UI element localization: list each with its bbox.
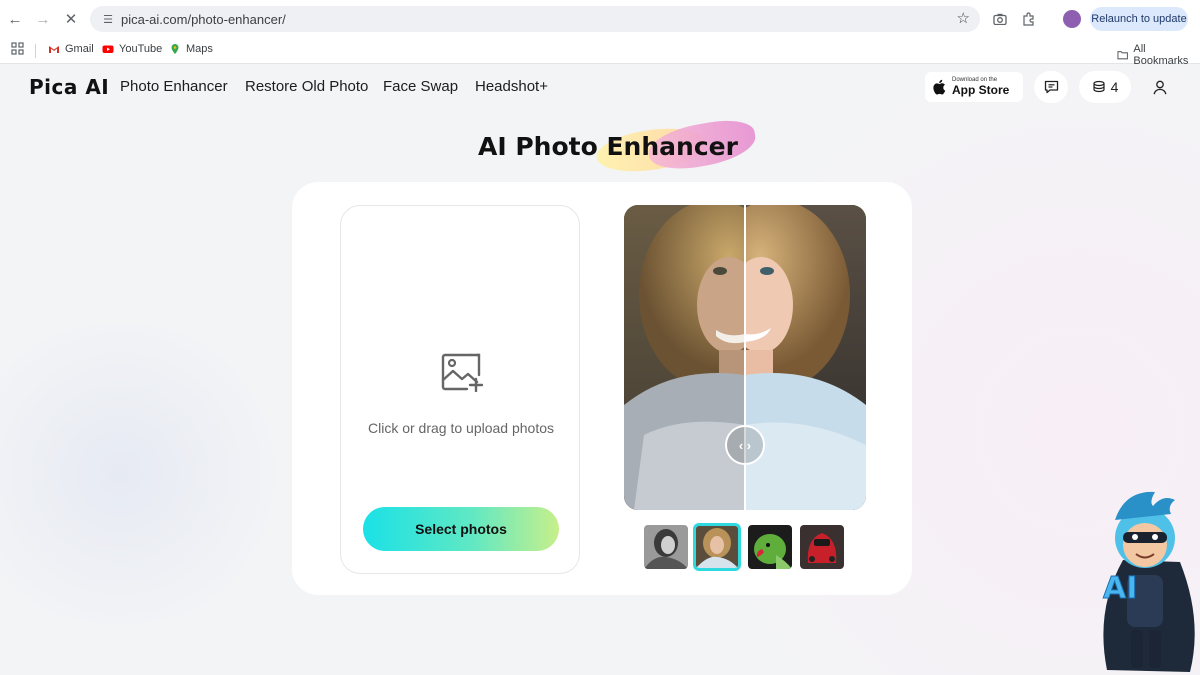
account-button[interactable] (1143, 71, 1177, 103)
youtube-icon (102, 45, 114, 53)
message-icon (1044, 80, 1058, 94)
feedback-button[interactable] (1034, 71, 1068, 103)
after-photo (745, 205, 866, 510)
bookmark-youtube[interactable]: YouTube (102, 43, 162, 55)
gmail-icon (49, 46, 59, 53)
app-store-label: App Store (952, 83, 1010, 97)
site-header: Pica AI Photo Enhancer Restore Old Photo… (0, 64, 1200, 110)
upload-hint: Click or drag to upload photos (368, 420, 554, 436)
sample-thumbnail-woman[interactable] (693, 523, 741, 571)
profile-avatar[interactable] (1063, 10, 1081, 28)
screenshot-icon[interactable] (991, 10, 1009, 28)
forward-icon[interactable]: → (33, 9, 53, 29)
apps-grid-icon[interactable] (11, 42, 24, 55)
apple-icon (933, 79, 946, 95)
pica-logo[interactable]: Pica AI (29, 75, 109, 99)
sample-thumbnail-parrot[interactable] (748, 525, 792, 569)
before-photo (624, 205, 745, 510)
coins-stack-icon (1092, 80, 1105, 93)
bookmarks-bar: Gmail YouTube Maps All Bookmarks (0, 38, 1200, 67)
nav-photo-enhancer[interactable]: Photo Enhancer (120, 78, 228, 95)
enhancer-card: Click or drag to upload photos Select ph… (292, 182, 912, 595)
credits-button[interactable]: 4 (1079, 71, 1131, 103)
back-icon[interactable]: ← (5, 9, 25, 29)
bookmark-separator (35, 44, 36, 58)
nav-headshot[interactable]: Headshot+ (475, 78, 548, 95)
bookmark-maps[interactable]: Maps (169, 43, 213, 55)
credits-count: 4 (1110, 79, 1119, 95)
nav-face-swap[interactable]: Face Swap (383, 78, 458, 95)
page-title: AI Photo Enhancer (478, 132, 738, 161)
select-photos-button[interactable]: Select photos (363, 507, 559, 551)
title-area: AI Photo Enhancer (478, 114, 768, 178)
sample-thumbnail-portrait-bw[interactable] (644, 525, 688, 569)
sample-thumbnail-red-car[interactable] (800, 525, 844, 569)
before-after-preview: ‹ › (624, 205, 866, 510)
bookmark-star-icon[interactable]: ☆ (957, 9, 970, 27)
bookmark-label: Gmail (65, 43, 94, 55)
nav-restore-old-photo[interactable]: Restore Old Photo (245, 78, 368, 95)
site-info-icon[interactable]: ☰ (100, 11, 116, 27)
add-image-icon (441, 353, 483, 392)
ai-superhero-mascot: AI (1103, 491, 1195, 672)
upload-dropzone[interactable]: Click or drag to upload photos Select ph… (340, 205, 580, 574)
browser-toolbar: ← → ✕ ☰ pica-ai.com/photo-enhancer/ ☆ Re… (0, 0, 1200, 38)
stop-loading-icon[interactable]: ✕ (61, 9, 81, 29)
svg-text:AI: AI (1103, 571, 1137, 606)
user-icon (1153, 80, 1167, 94)
page-content: Pica AI Photo Enhancer Restore Old Photo… (0, 64, 1200, 675)
bookmark-label: Maps (186, 43, 213, 55)
url-text: pica-ai.com/photo-enhancer/ (121, 12, 286, 27)
extensions-icon[interactable] (1020, 10, 1038, 28)
bookmark-gmail[interactable]: Gmail (48, 43, 94, 55)
bookmark-label: YouTube (119, 43, 163, 55)
app-store-button[interactable]: Download on the App Store (925, 72, 1023, 102)
folder-icon (1117, 51, 1128, 60)
address-bar[interactable]: ☰ pica-ai.com/photo-enhancer/ ☆ (90, 6, 980, 32)
maps-icon (171, 44, 179, 54)
relaunch-button[interactable]: Relaunch to update (1090, 7, 1188, 31)
compare-slider-handle[interactable]: ‹ › (725, 425, 765, 465)
background-glow (0, 324, 300, 624)
